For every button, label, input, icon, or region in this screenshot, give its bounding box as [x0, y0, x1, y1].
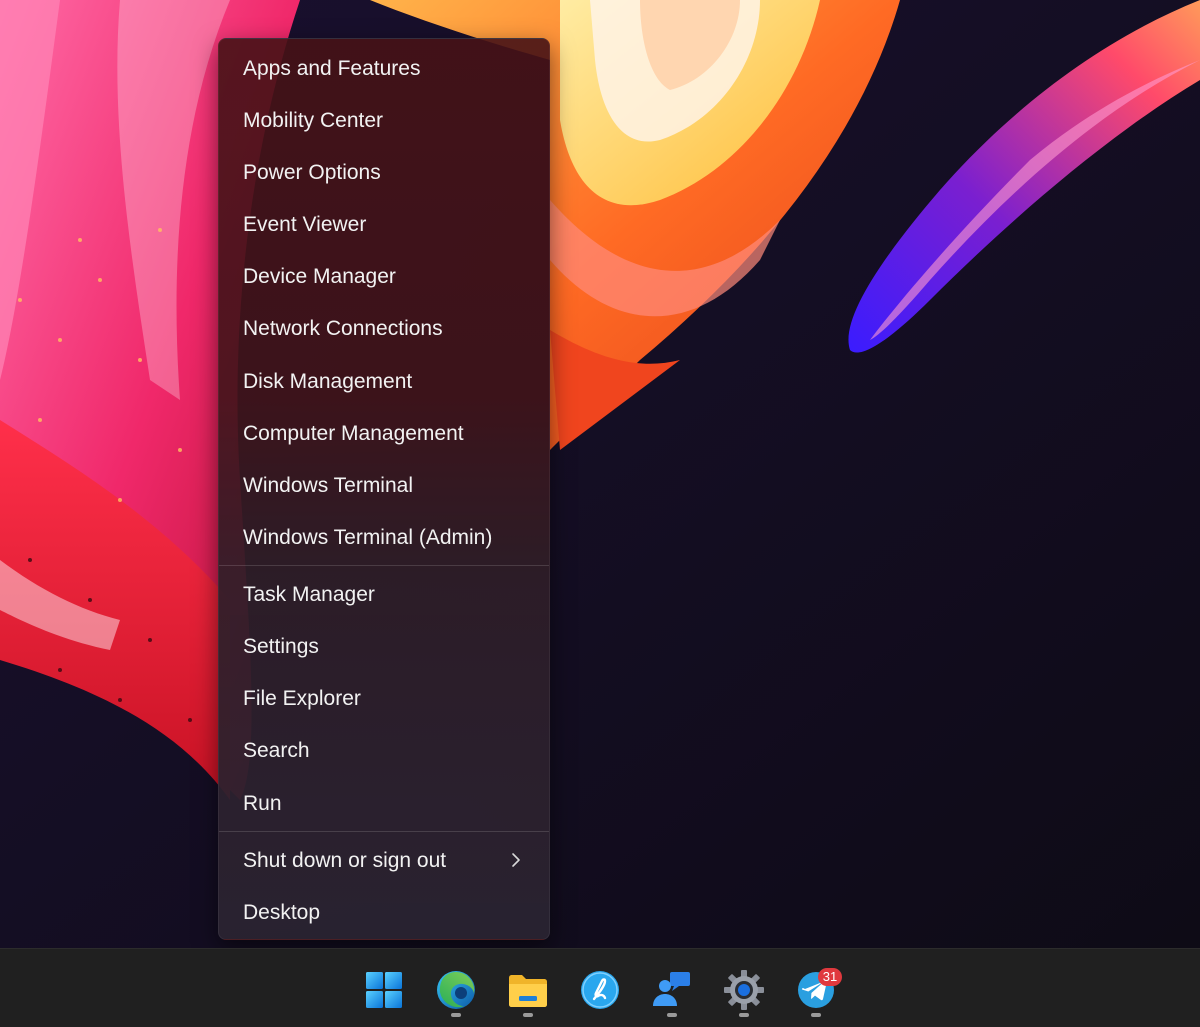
menu-item-label: Search [243, 739, 310, 762]
blue-circle-app-button[interactable] [578, 968, 622, 1012]
menu-item-settings[interactable]: Settings [219, 621, 549, 673]
chevron-right-icon [512, 853, 520, 867]
menu-item-mobility-center[interactable]: Mobility Center [219, 95, 549, 147]
menu-item-windows-terminal[interactable]: Windows Terminal [219, 460, 549, 512]
menu-item-task-manager[interactable]: Task Manager [219, 569, 549, 621]
settings-button[interactable] [722, 968, 766, 1012]
running-indicator [667, 1013, 677, 1017]
notification-badge: 31 [818, 968, 842, 986]
menu-item-label: Task Manager [243, 583, 375, 606]
menu-item-network-connections[interactable]: Network Connections [219, 303, 549, 355]
menu-item-device-manager[interactable]: Device Manager [219, 251, 549, 303]
menu-item-label: Windows Terminal [243, 474, 413, 497]
menu-item-run[interactable]: Run [219, 778, 549, 830]
blue-circle-app-icon [581, 971, 619, 1009]
desktop[interactable]: Apps and Features Mobility Center Power … [0, 0, 1200, 1027]
running-indicator [451, 1013, 461, 1017]
menu-item-desktop[interactable]: Desktop [219, 887, 549, 939]
winx-context-menu: Apps and Features Mobility Center Power … [218, 38, 550, 940]
menu-item-label: Desktop [243, 901, 321, 924]
chat-app-button[interactable] [650, 968, 694, 1012]
menu-item-windows-terminal-admin[interactable]: Windows Terminal (Admin) [219, 512, 549, 564]
gear-icon [724, 970, 764, 1010]
running-indicator [523, 1013, 533, 1017]
menu-item-label: Disk Management [243, 370, 413, 393]
menu-item-computer-management[interactable]: Computer Management [219, 408, 549, 460]
running-indicator [811, 1013, 821, 1017]
menu-item-search[interactable]: Search [219, 725, 549, 777]
menu-item-label: Computer Management [243, 422, 464, 445]
edge-icon [437, 971, 475, 1009]
menu-item-file-explorer[interactable]: File Explorer [219, 673, 549, 725]
chat-person-icon [653, 972, 690, 1006]
menu-item-label: Device Manager [243, 265, 396, 288]
file-explorer-button[interactable] [506, 968, 550, 1012]
windows-logo-icon [366, 972, 402, 1008]
running-indicator [739, 1013, 749, 1017]
menu-separator [219, 831, 549, 832]
taskbar [0, 948, 1200, 1027]
menu-item-label: Network Connections [243, 317, 443, 340]
menu-item-apps-and-features[interactable]: Apps and Features [219, 43, 549, 95]
wallpaper [0, 0, 1200, 948]
menu-item-label: Power Options [243, 161, 381, 184]
menu-item-label: File Explorer [243, 687, 361, 710]
menu-item-disk-management[interactable]: Disk Management [219, 356, 549, 408]
menu-item-label: Shut down or sign out [243, 849, 447, 872]
start-button[interactable] [362, 968, 406, 1012]
menu-item-label: Event Viewer [243, 213, 367, 236]
menu-item-label: Windows Terminal (Admin) [243, 526, 493, 549]
folder-icon [509, 975, 547, 1007]
menu-item-shut-down-or-sign-out[interactable]: Shut down or sign out [219, 835, 549, 887]
menu-item-label: Mobility Center [243, 109, 384, 132]
menu-item-label: Apps and Features [243, 57, 421, 80]
menu-item-label: Settings [243, 635, 319, 658]
menu-item-event-viewer[interactable]: Event Viewer [219, 199, 549, 251]
menu-item-label: Run [243, 792, 282, 815]
menu-item-power-options[interactable]: Power Options [219, 147, 549, 199]
menu-separator [219, 565, 549, 566]
edge-button[interactable] [434, 968, 478, 1012]
